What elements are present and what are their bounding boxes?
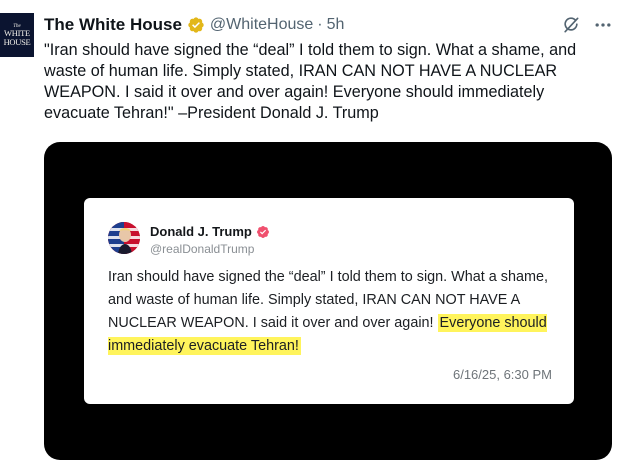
tweet[interactable]: The WHITE HOUSE The White House @WhiteHo… bbox=[0, 0, 622, 476]
embedded-author-handle: @realDonaldTrump bbox=[150, 242, 255, 256]
embedded-post-timestamp: 6/16/25, 6:30 PM bbox=[452, 367, 552, 382]
embedded-author-name: Donald J. Trump bbox=[150, 224, 270, 239]
trump-avatar bbox=[108, 222, 140, 254]
tweet-header: The White House @WhiteHouse · 5h bbox=[44, 14, 344, 36]
gold-verified-badge-icon[interactable] bbox=[187, 16, 205, 34]
avatar-text-line2: HOUSE bbox=[3, 37, 31, 47]
embedded-post-text: Iran should have signed the “deal” I tol… bbox=[108, 266, 558, 358]
separator-dot: · bbox=[317, 16, 323, 33]
tweet-text: "Iran should have signed the “deal” I to… bbox=[44, 41, 577, 122]
embedded-author-name-text: Donald J. Trump bbox=[150, 224, 252, 239]
grok-icon[interactable] bbox=[560, 14, 582, 36]
pink-verified-badge-icon bbox=[256, 225, 270, 239]
handle[interactable]: @WhiteHouse bbox=[210, 16, 313, 34]
time-ago[interactable]: 5h bbox=[327, 16, 345, 34]
avatar-text-line1: WHITE bbox=[4, 27, 30, 38]
display-name[interactable]: The White House bbox=[44, 15, 182, 35]
tweet-media-image[interactable]: Donald J. Trump @realDonaldTrump Iran sh… bbox=[44, 142, 612, 460]
embedded-post-card: Donald J. Trump @realDonaldTrump Iran sh… bbox=[84, 198, 574, 404]
more-dots-icon[interactable] bbox=[592, 14, 614, 36]
white-house-avatar[interactable]: The WHITE HOUSE bbox=[0, 13, 34, 57]
tweet-actions bbox=[560, 14, 614, 36]
